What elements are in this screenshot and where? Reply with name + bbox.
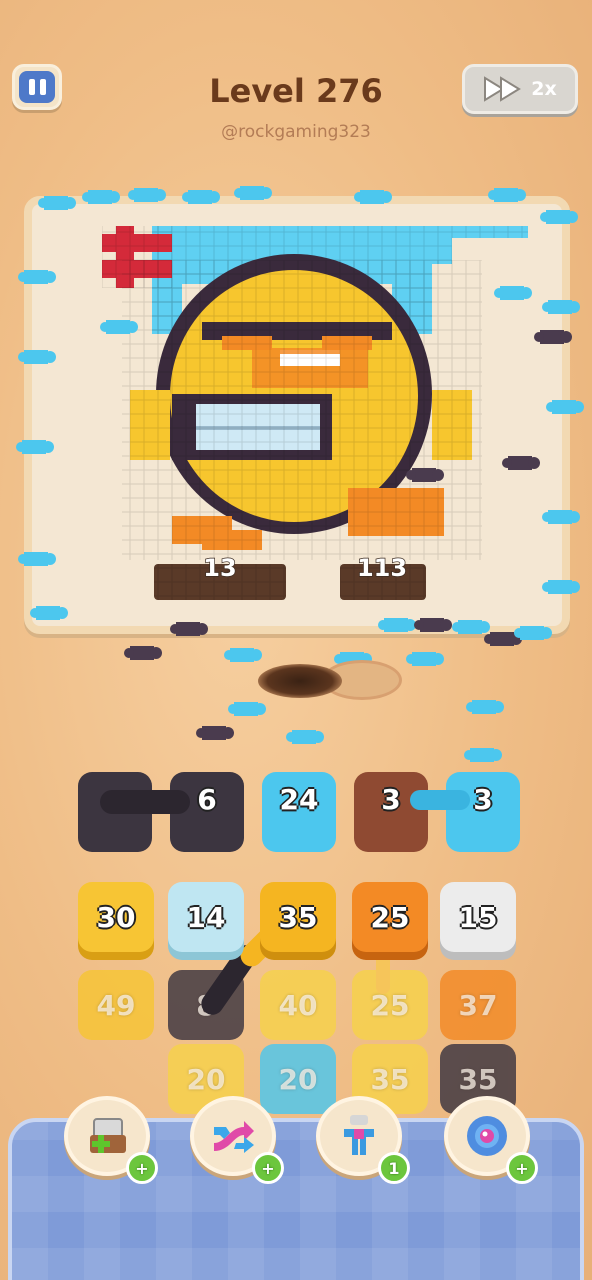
ant bbox=[182, 190, 220, 204]
slot-value-3: 3 bbox=[381, 782, 401, 816]
ant bbox=[38, 196, 76, 210]
ant bbox=[502, 456, 540, 470]
ant bbox=[414, 618, 452, 632]
ant bbox=[406, 468, 444, 482]
ant bbox=[82, 190, 120, 204]
magnet-claw-icon bbox=[344, 1115, 374, 1155]
slot-value-4: 3 bbox=[473, 782, 493, 816]
block[interactable]: 30 bbox=[78, 882, 154, 952]
ant bbox=[406, 652, 444, 666]
ant bbox=[542, 510, 580, 524]
slot-value-2: 24 bbox=[279, 782, 319, 816]
ant bbox=[354, 190, 392, 204]
fast-forward-icon bbox=[484, 76, 522, 102]
block-pipe bbox=[376, 950, 390, 994]
pixel-art-canvas: 13 113 bbox=[102, 226, 528, 600]
ant bbox=[378, 618, 416, 632]
ant bbox=[540, 210, 578, 224]
ant bbox=[30, 606, 68, 620]
ant bbox=[466, 700, 504, 714]
ant bbox=[16, 440, 54, 454]
ant bbox=[224, 648, 262, 662]
ant bbox=[100, 320, 138, 334]
shuffle-arrows-icon bbox=[214, 1121, 254, 1153]
ant bbox=[488, 188, 526, 202]
speed-label: 2x bbox=[531, 78, 557, 100]
booster-magnet-badge: 1 bbox=[378, 1152, 410, 1184]
ant bbox=[18, 552, 56, 566]
block[interactable]: 49 bbox=[78, 970, 154, 1040]
block[interactable]: 35 bbox=[260, 882, 336, 952]
ant bbox=[170, 622, 208, 636]
block[interactable]: 14 bbox=[168, 882, 244, 952]
ant bbox=[234, 186, 272, 200]
pixel-face bbox=[122, 254, 482, 560]
slot-value-1: 6 bbox=[197, 782, 217, 816]
ant bbox=[542, 580, 580, 594]
block[interactable]: 25 bbox=[352, 970, 428, 1040]
add-box-icon bbox=[90, 1118, 126, 1153]
counter-right: 113 bbox=[357, 554, 407, 582]
block[interactable]: 37 bbox=[440, 970, 516, 1040]
ant bbox=[484, 632, 522, 646]
block[interactable]: 20 bbox=[260, 1044, 336, 1114]
block[interactable]: 15 bbox=[440, 882, 516, 952]
ant bbox=[228, 702, 266, 716]
speed-button[interactable]: 2x bbox=[462, 64, 578, 114]
ant bbox=[124, 646, 162, 660]
ant bbox=[514, 626, 552, 640]
ant bbox=[18, 350, 56, 364]
ant bbox=[534, 330, 572, 344]
ant bbox=[196, 726, 234, 740]
ant bbox=[494, 286, 532, 300]
ant bbox=[464, 748, 502, 762]
ant bbox=[542, 300, 580, 314]
block[interactable]: 40 bbox=[260, 970, 336, 1040]
creator-handle: @rockgaming323 bbox=[221, 122, 371, 142]
booster-add-box-badge: + bbox=[126, 1152, 158, 1184]
ant bbox=[18, 270, 56, 284]
ant bbox=[128, 188, 166, 202]
ant-hole bbox=[258, 664, 342, 698]
counter-left: 13 bbox=[203, 554, 236, 582]
booster-shuffle-badge: + bbox=[252, 1152, 284, 1184]
donut-gear-icon bbox=[467, 1116, 507, 1156]
block[interactable]: 25 bbox=[352, 882, 428, 952]
puzzle-board: 13 113 bbox=[24, 196, 570, 634]
ant bbox=[286, 730, 324, 744]
booster-donut-badge: + bbox=[506, 1152, 538, 1184]
ant bbox=[546, 400, 584, 414]
ant bbox=[452, 620, 490, 634]
